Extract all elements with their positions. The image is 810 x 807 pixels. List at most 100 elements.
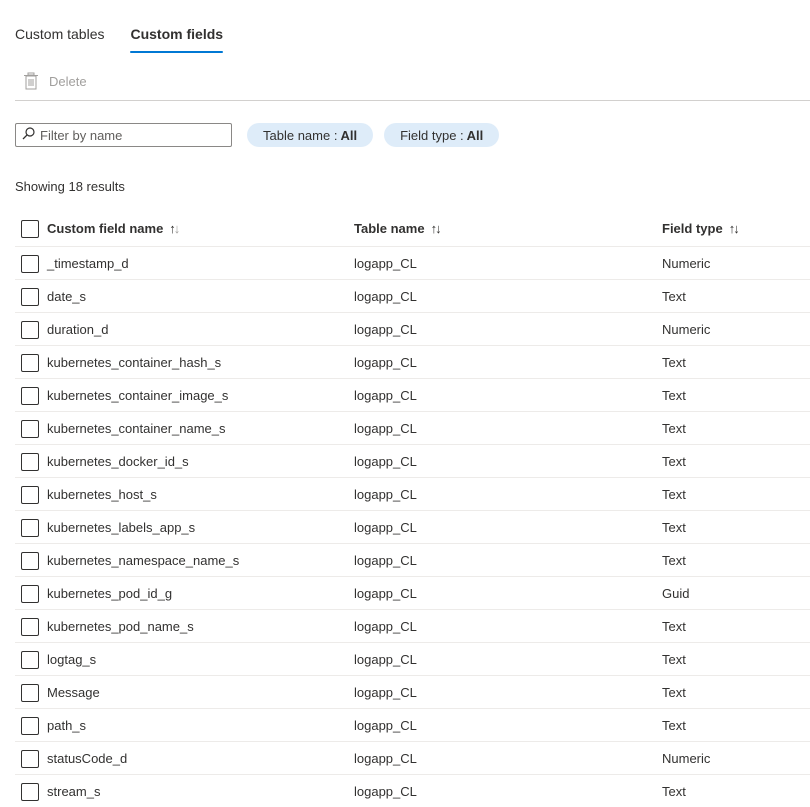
tab-custom-fields[interactable]: Custom fields [130, 26, 223, 53]
field-type-cell: Text [662, 520, 686, 535]
column-header-custom-field-name[interactable]: Custom field name ↑↓ [47, 212, 180, 247]
field-name-cell: path_s [47, 718, 87, 733]
table-name-cell: logapp_CL [354, 388, 417, 403]
field-type-cell: Numeric [662, 751, 711, 766]
results-count: Showing 18 results [15, 179, 125, 194]
search-icon [22, 127, 35, 143]
field-name-cell: kubernetes_container_name_s [47, 421, 226, 436]
field-name-cell: date_s [47, 289, 87, 304]
table-name-cell: logapp_CL [354, 256, 417, 271]
field-name-cell: Message [47, 685, 100, 700]
table-row[interactable]: kubernetes_container_name_s logapp_CL Text [15, 412, 810, 445]
field-type-cell: Text [662, 685, 686, 700]
field-type-cell: Text [662, 421, 686, 436]
table-name-filter-label: Table name : [263, 127, 338, 143]
row-checkbox[interactable] [21, 321, 39, 339]
field-name-cell: _timestamp_d [47, 256, 129, 271]
field-name-cell: logtag_s [47, 652, 97, 667]
sort-arrows-icon: ↑↓ [431, 221, 442, 236]
field-type-filter-pill[interactable]: Field type : All [384, 123, 500, 147]
row-checkbox[interactable] [21, 486, 39, 504]
table-row[interactable]: statusCode_d logapp_CL Numeric [15, 742, 810, 775]
row-checkbox[interactable] [21, 255, 39, 273]
filter-bar: Table name : All Field type : All [15, 123, 500, 147]
row-checkbox[interactable] [21, 387, 39, 405]
custom-fields-table: Custom field name ↑↓ Table name ↑↓ Field t… [15, 212, 810, 807]
field-name-cell: kubernetes_docker_id_s [47, 454, 189, 469]
table-row[interactable]: kubernetes_container_hash_s logapp_CL Text [15, 346, 810, 379]
field-type-cell: Numeric [662, 256, 711, 271]
row-checkbox[interactable] [21, 585, 39, 603]
table-name-cell: logapp_CL [354, 322, 417, 337]
table-name-cell: logapp_CL [354, 586, 417, 601]
table-row[interactable]: Message logapp_CL Text [15, 676, 810, 709]
table-name-cell: logapp_CL [354, 619, 417, 634]
table-name-cell: logapp_CL [354, 718, 417, 733]
table-row[interactable]: kubernetes_docker_id_s logapp_CL Text [15, 445, 810, 478]
table-row[interactable]: kubernetes_namespace_name_s logapp_CL Text [15, 544, 810, 577]
sort-down-arrow: ↓ [733, 221, 739, 236]
field-type-cell: Text [662, 454, 686, 469]
row-checkbox[interactable] [21, 618, 39, 636]
table-name-cell: logapp_CL [354, 289, 417, 304]
field-type-cell: Text [662, 487, 686, 502]
row-checkbox[interactable] [21, 552, 39, 570]
table-name-cell: logapp_CL [354, 652, 417, 667]
table-name-cell: logapp_CL [354, 355, 417, 370]
row-checkbox[interactable] [21, 453, 39, 471]
field-name-cell: kubernetes_container_image_s [47, 388, 229, 403]
field-type-cell: Text [662, 355, 686, 370]
column-header-label: Table name [354, 221, 425, 236]
table-header-row: Custom field name ↑↓ Table name ↑↓ Field t… [15, 212, 810, 247]
delete-button[interactable]: Delete [23, 72, 87, 90]
table-name-cell: logapp_CL [354, 454, 417, 469]
toolbar: Delete [15, 66, 810, 101]
table-name-filter-pill[interactable]: Table name : All [247, 123, 374, 147]
row-checkbox[interactable] [21, 717, 39, 735]
column-header-table-name[interactable]: Table name ↑↓ [354, 212, 442, 247]
table-row[interactable]: kubernetes_pod_id_g logapp_CL Guid [15, 577, 810, 610]
row-checkbox[interactable] [21, 354, 39, 372]
field-type-cell: Text [662, 718, 686, 733]
row-checkbox[interactable] [21, 783, 39, 801]
row-checkbox[interactable] [21, 651, 39, 669]
table-name-cell: logapp_CL [354, 685, 417, 700]
field-type-cell: Text [662, 388, 686, 403]
table-row[interactable]: logtag_s logapp_CL Text [15, 643, 810, 676]
row-checkbox[interactable] [21, 519, 39, 537]
column-header-label: Custom field name [47, 221, 164, 236]
column-header-label: Field type [662, 221, 723, 236]
table-name-cell: logapp_CL [354, 421, 417, 436]
select-all-checkbox[interactable] [21, 220, 39, 238]
sort-down-arrow: ↓ [435, 221, 441, 236]
filter-by-name-input[interactable] [40, 127, 220, 143]
table-name-cell: logapp_CL [354, 784, 417, 799]
table-row[interactable]: stream_s logapp_CL Text [15, 775, 810, 807]
field-type-cell: Text [662, 652, 686, 667]
table-row[interactable]: kubernetes_container_image_s logapp_CL Tex… [15, 379, 810, 412]
field-type-cell: Numeric [662, 322, 711, 337]
row-checkbox[interactable] [21, 288, 39, 306]
row-checkbox[interactable] [21, 684, 39, 702]
row-checkbox[interactable] [21, 750, 39, 768]
table-row[interactable]: kubernetes_labels_app_s logapp_CL Text [15, 511, 810, 544]
delete-label: Delete [49, 73, 87, 89]
table-row[interactable]: kubernetes_host_s logapp_CL Text [15, 478, 810, 511]
field-name-cell: stream_s [47, 784, 101, 799]
table-row[interactable]: duration_d logapp_CL Numeric [15, 313, 810, 346]
field-name-cell: kubernetes_labels_app_s [47, 520, 196, 535]
column-header-field-type[interactable]: Field type ↑↓ [662, 212, 739, 247]
field-name-cell: kubernetes_container_hash_s [47, 355, 222, 370]
table-row[interactable]: date_s logapp_CL Text [15, 280, 810, 313]
table-row[interactable]: path_s logapp_CL Text [15, 709, 810, 742]
field-type-cell: Guid [662, 586, 690, 601]
field-type-cell: Text [662, 553, 686, 568]
table-row[interactable]: _timestamp_d logapp_CL Numeric [15, 247, 810, 280]
row-checkbox[interactable] [21, 420, 39, 438]
tab-custom-tables[interactable]: Custom tables [15, 26, 104, 52]
filter-box [15, 123, 232, 147]
table-name-filter-value: All [340, 127, 358, 143]
field-name-cell: kubernetes_host_s [47, 487, 157, 502]
table-row[interactable]: kubernetes_pod_name_s logapp_CL Text [15, 610, 810, 643]
table-name-cell: logapp_CL [354, 520, 417, 535]
